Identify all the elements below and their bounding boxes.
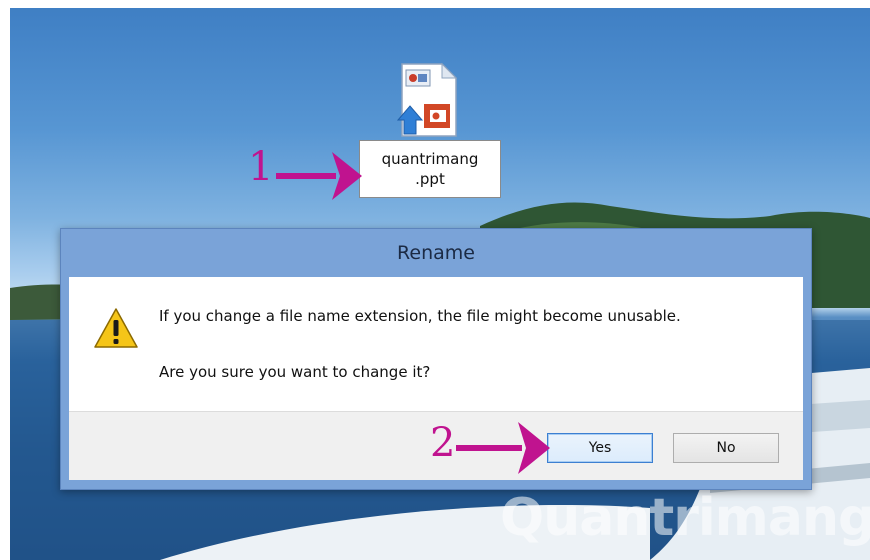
dialog-message: If you change a file name extension, the…	[159, 307, 681, 325]
dialog-title: Rename	[397, 242, 475, 264]
no-button[interactable]: No	[673, 433, 779, 463]
watermark-text: uantrimang	[543, 488, 870, 548]
annotation-step-1: 1	[248, 144, 274, 190]
file-name-line1: quantrimang	[381, 150, 479, 168]
annotation-step-2: 2	[430, 420, 456, 466]
yes-button[interactable]: Yes	[547, 433, 653, 463]
watermark-logo: Quantrimang	[500, 488, 870, 548]
file-name-line2: .ppt	[415, 170, 445, 188]
annotation-arrow-1	[276, 152, 362, 200]
annotation-arrow-2	[456, 422, 550, 474]
dialog-question: Are you sure you want to change it?	[159, 363, 431, 381]
file-name-editbox[interactable]: quantrimang .ppt	[359, 140, 501, 198]
powerpoint-file-icon[interactable]	[380, 60, 470, 140]
warning-icon	[94, 308, 138, 348]
watermark-q-icon: Q	[500, 488, 544, 548]
dialog-body: If you change a file name extension, the…	[69, 277, 803, 411]
